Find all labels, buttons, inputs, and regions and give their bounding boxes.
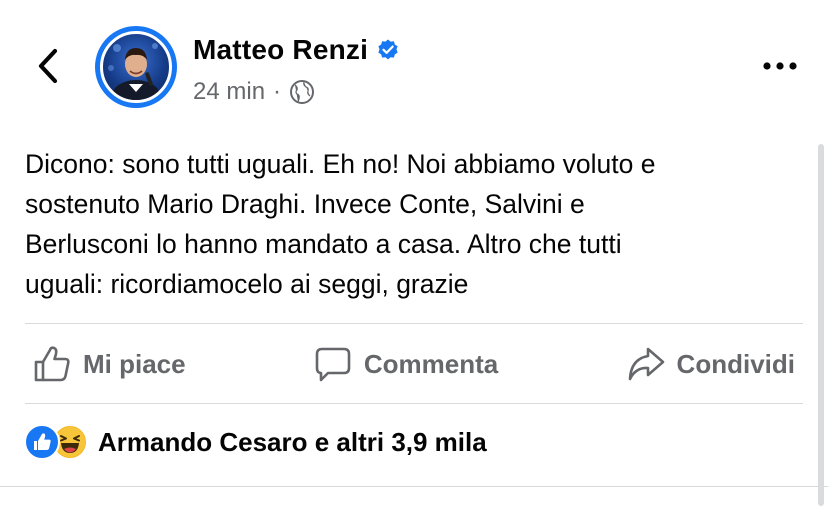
more-horizontal-icon (763, 62, 797, 70)
chevron-left-icon (38, 48, 58, 84)
scrollbar[interactable] (818, 144, 824, 506)
globe-icon[interactable] (289, 79, 315, 105)
author-name[interactable]: Matteo Renzi (193, 34, 400, 66)
avatar-photo (100, 31, 172, 103)
reaction-icons (24, 424, 88, 460)
share-label: Condividi (676, 348, 795, 379)
thumbs-up-icon (34, 346, 70, 382)
divider-bottom (25, 403, 803, 404)
author-name-text: Matteo Renzi (193, 34, 369, 65)
back-button[interactable] (30, 44, 66, 88)
more-options-button[interactable] (760, 52, 800, 80)
section-divider (0, 486, 828, 487)
post-meta: 24 min · (193, 78, 315, 106)
post-detail-screen: Matteo Renzi 24 min · Dicono: sono tutti… (0, 0, 828, 507)
share-arrow-icon (628, 347, 664, 381)
post-actions: Mi piace Commenta Condividi (25, 325, 803, 403)
like-button[interactable]: Mi piace (25, 345, 194, 383)
like-reaction-icon (24, 424, 60, 460)
author-avatar[interactable] (95, 26, 177, 108)
post-text: Dicono: sono tutti uguali. Eh no! Noi ab… (25, 149, 656, 299)
comment-bubble-icon (315, 347, 351, 382)
share-button[interactable]: Condividi (619, 345, 803, 383)
comment-button[interactable]: Commenta (306, 345, 506, 383)
meta-separator: · (273, 78, 282, 105)
post-time[interactable]: 24 min (193, 78, 265, 106)
reaction-summary-text: Armando Cesaro e altri 3,9 mila (98, 426, 487, 457)
comment-label: Commenta (363, 348, 499, 379)
reactions-summary[interactable]: Armando Cesaro e altri 3,9 mila (24, 424, 487, 460)
like-label: Mi piace (83, 348, 186, 379)
divider-top (25, 323, 803, 324)
verified-badge-icon (378, 39, 398, 60)
